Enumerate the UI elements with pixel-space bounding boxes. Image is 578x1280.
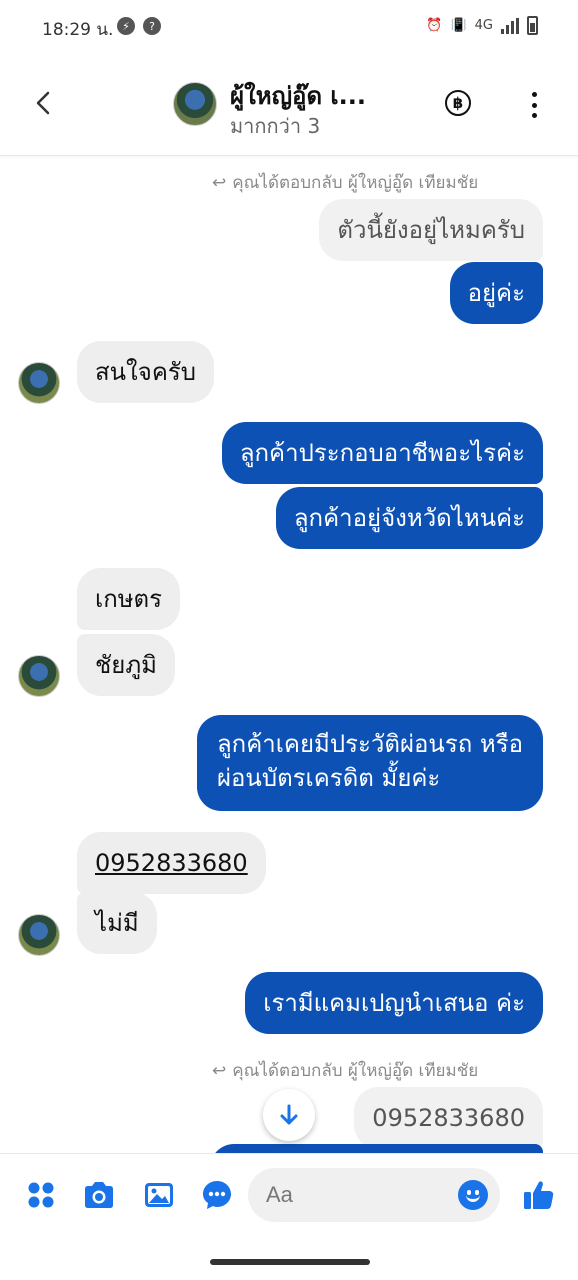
quoted-message[interactable]: 0952833680 [354,1087,543,1149]
outgoing-message[interactable]: อยู่ค่ะ [449,262,543,324]
camera-icon[interactable] [82,1178,116,1212]
more-vertical-icon[interactable] [524,92,544,118]
home-gesture-bar[interactable] [210,1259,370,1265]
contact-avatar-small[interactable] [18,914,60,956]
outgoing-message-partial[interactable] [210,1144,543,1153]
messenger-notification-icon: ⚡ [117,17,135,35]
status-notification-icons: ⚡ ? [117,17,161,35]
reply-note: ↩ คุณได้ตอบกลับ ผู้ใหญ่อู๊ด เทียมชัย [212,1057,478,1084]
reply-arrow-icon: ↩ [212,172,227,193]
reply-note-text: คุณได้ตอบกลับ ผู้ใหญ่อู๊ด เทียมชัย [232,1061,479,1081]
incoming-message[interactable]: ไม่มี [77,892,157,954]
apps-icon[interactable] [24,1178,58,1212]
message-line: ลูกค้าเคยมีประวัติผ่อนรถ หรือ [216,730,523,758]
message-line: ผ่อนบัตรเครดิต มั้ยค่ะ [216,764,441,792]
arrow-down-icon [280,1104,298,1125]
outgoing-message[interactable]: ลูกค้าอยู่จังหวัดไหนค่ะ [275,487,543,549]
status-time: 18:29 น. [42,20,114,40]
notification-icon: ? [143,17,161,35]
status-bar: 18:29 น. ⚡ ? ⏰ 📳 4G [0,0,578,52]
contact-avatar-small[interactable] [18,362,60,404]
vibrate-icon: 📳 [450,18,467,33]
message-input-box[interactable] [248,1168,500,1222]
contact-status: มากกว่า 3 [230,114,321,138]
network-type: 4G [474,18,493,33]
contact-avatar-small[interactable] [18,655,60,697]
gallery-icon[interactable] [142,1178,176,1212]
incoming-message[interactable]: ชัยภูมิ [77,634,175,696]
reply-note: ↩ คุณได้ตอบกลับ ผู้ใหญ่อู๊ด เทียมชัย [212,169,478,196]
outgoing-message[interactable]: ลูกค้าประกอบอาชีพอะไรค่ะ [221,422,543,484]
incoming-message[interactable]: สนใจครับ [77,341,215,403]
message-input[interactable] [266,1180,456,1210]
back-arrow-icon [36,91,50,115]
baht-icon[interactable]: ฿ [445,90,471,116]
phone-link[interactable]: 0952833680 [95,849,248,877]
back-button[interactable] [26,86,60,120]
battery-icon [527,16,538,35]
message-list[interactable]: ↩ คุณได้ตอบกลับ ผู้ใหญ่อู๊ด เทียมชัย ตัว… [0,157,578,1153]
thumbs-up-icon[interactable] [522,1178,556,1212]
conversation-header: ผู้ใหญ่อู๊ด เ... มากกว่า 3 ฿ [0,52,578,156]
scroll-down-button[interactable] [263,1089,315,1141]
status-right-icons: ⏰ 📳 4G [426,16,538,35]
signal-icon [501,17,519,34]
chat-bubble-icon[interactable] [200,1178,234,1212]
message-composer [0,1153,578,1235]
emoji-icon[interactable] [458,1180,488,1210]
contact-avatar[interactable] [173,82,217,126]
incoming-message-phone[interactable]: 0952833680 [77,832,266,894]
reply-arrow-icon: ↩ [212,1060,227,1081]
reply-note-text: คุณได้ตอบกลับ ผู้ใหญ่อู๊ด เทียมชัย [232,173,479,193]
incoming-message[interactable]: เกษตร [77,568,181,630]
alarm-icon: ⏰ [426,18,443,33]
outgoing-message[interactable]: เรามีแคมเปญนำเสนอ ค่ะ [245,972,543,1034]
quoted-message[interactable]: ตัวนี้ยังอยู่ไหมครับ [319,199,543,261]
system-nav-bar [0,1235,578,1280]
outgoing-message-multiline[interactable]: ลูกค้าเคยมีประวัติผ่อนรถ หรือ ผ่อนบัตรเค… [196,715,543,811]
